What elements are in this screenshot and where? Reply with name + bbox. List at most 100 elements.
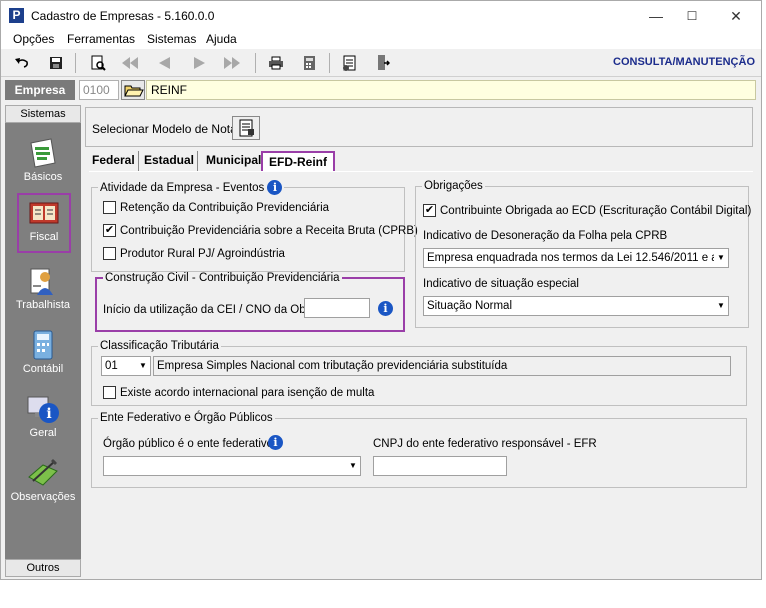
save-icon[interactable] [45,53,67,73]
checkbox-box[interactable] [103,247,116,260]
svg-text:i: i [46,406,51,422]
checkbox-box[interactable]: ✔ [103,224,116,237]
app-icon: P [9,8,24,23]
menu-ajuda[interactable]: Ajuda [206,32,237,46]
sidebar-item-label: Observações [10,491,76,503]
calculator-icon[interactable] [299,53,321,73]
tab-efd-reinf[interactable]: EFD-Reinf [261,151,335,171]
fiscal-icon [29,202,59,224]
menu-ferramentas[interactable]: Ferramentas [67,32,135,46]
sidebar-item-label: Básicos [23,171,63,183]
sidebar-header-sistemas[interactable]: Sistemas [5,105,81,123]
select-modelo-button[interactable] [232,116,260,140]
desoneracao-value: Empresa enquadrada nos termos da Lei 12.… [427,252,729,264]
retencao-checkbox[interactable]: Retenção da Contribuição Previdenciária [103,201,329,214]
acordo-label: Existe acordo internacional para isenção… [120,386,375,399]
checkbox-box[interactable] [103,386,116,399]
sidebar-item-contabil[interactable]: Contábil [5,325,81,385]
previous-record-icon[interactable] [153,53,175,73]
desoneracao-select[interactable]: Empresa enquadrada nos termos da Lei 12.… [423,248,729,268]
exit-icon[interactable] [371,53,393,73]
next-record-icon[interactable] [189,53,211,73]
sidebar-item-observacoes[interactable]: Observações [5,453,81,513]
produtor-rural-label: Produtor Rural PJ/ Agroindústria [120,247,285,260]
situacao-label: Indicativo de situação especial [423,278,579,290]
cnpj-efr-input[interactable] [373,456,507,476]
maximize-button[interactable]: ☐ [677,5,707,27]
preview-icon[interactable] [87,53,109,73]
acordo-internacional-checkbox[interactable]: Existe acordo internacional para isenção… [103,386,374,399]
info-icon[interactable]: i [267,180,283,195]
ente-federativo-group: Ente Federativo e Órgão Públicos [91,412,747,488]
sidebar-item-label: Trabalhista [15,299,70,311]
title-bar: P Cadastro de Empresas - 5.160.0.0 — ☐ ✕ [1,1,761,31]
desoneracao-label: Indicativo de Desoneração da Folha pela … [423,230,668,242]
produtor-rural-checkbox[interactable]: Produtor Rural PJ/ Agroindústria [103,247,285,260]
cei-cno-label: Início da utilização da CEI / CNO da Obr… [103,304,316,316]
close-button[interactable]: ✕ [721,5,751,27]
sidebar-footer-outros[interactable]: Outros [5,559,81,577]
trabalhista-icon [30,268,53,295]
orgao-publico-select[interactable]: ▼ [103,456,361,476]
tab-municipal[interactable]: Municipal [203,151,266,171]
info-icon[interactable]: i [378,301,393,316]
empresa-bar: Empresa 0100 REINF [1,79,761,101]
empresa-code-field[interactable]: 0100 [79,80,119,100]
minimize-button[interactable]: — [641,5,671,27]
atividade-legend: Atividade da Empresa - Eventos [100,182,265,194]
sidebar-item-label: Contábil [22,363,64,375]
main-content: Selecionar Modelo de Nota Federal Estadu… [85,105,757,577]
checkbox-box[interactable]: ✔ [423,204,436,217]
situacao-select[interactable]: Situação Normal ▼ [423,296,729,316]
app-window: P Cadastro de Empresas - 5.160.0.0 — ☐ ✕… [0,0,762,580]
cprb-label: Contribuição Previdenciária sobre a Rece… [120,224,418,237]
tab-federal[interactable]: Federal [89,151,139,171]
document-list-icon [239,119,254,137]
ente-legend: Ente Federativo e Órgão Públicos [100,412,273,424]
toolbar: CONSULTA/MANUTENÇÃO [1,49,761,77]
menu-sistemas[interactable]: Sistemas [147,32,196,46]
classificacao-code: 01 [105,360,118,372]
chevron-down-icon[interactable]: ▼ [136,357,150,375]
mode-indicator: CONSULTA/MANUTENÇÃO [613,56,755,68]
sidebar-item-geral[interactable]: i Geral [5,389,81,449]
orgao-publico-label: Órgão público é o ente federativo [103,438,274,450]
open-folder-button[interactable] [121,80,145,100]
contabil-icon [33,330,53,360]
empresa-label: Empresa [5,80,75,100]
sidebar-item-basicos[interactable]: Básicos [5,133,81,193]
geral-info-icon: i [27,396,59,423]
retencao-label: Retenção da Contribuição Previdenciária [120,201,330,214]
sidebar-item-label: Geral [29,427,57,439]
chevron-down-icon[interactable]: ▼ [346,457,360,475]
info-icon[interactable]: i [268,435,283,450]
checkbox-box[interactable] [103,201,116,214]
observacoes-icon [28,459,58,486]
ecd-label: Contribuinte Obrigada ao ECD (Escrituraç… [440,204,752,217]
print-icon[interactable] [265,53,287,73]
classificacao-legend: Classificação Tributária [100,340,219,352]
cei-cno-input[interactable] [304,298,370,318]
basicos-icon [30,138,56,168]
sidebar-item-fiscal[interactable]: Fiscal [17,193,71,253]
undo-icon[interactable] [11,53,33,73]
chevron-down-icon[interactable]: ▼ [714,297,728,315]
empresa-name-field: REINF [146,80,756,100]
situacao-value: Situação Normal [427,300,513,312]
modelo-nota-panel: Selecionar Modelo de Nota [85,107,753,147]
classificacao-code-select[interactable]: 01 ▼ [101,356,151,376]
ecd-checkbox[interactable]: ✔ Contribuinte Obrigada ao ECD (Escritura… [423,204,751,217]
chevron-down-icon[interactable]: ▼ [714,249,728,267]
report-icon[interactable] [339,53,361,73]
sidebar-item-trabalhista[interactable]: Trabalhista [5,261,81,321]
last-record-icon[interactable] [221,53,243,73]
cnpj-efr-label: CNPJ do ente federativo responsável - EF… [373,438,597,450]
menu-opcoes[interactable]: Opções [13,32,54,46]
efd-reinf-panel: Atividade da Empresa - Eventos i Retençã… [89,171,753,491]
first-record-icon[interactable] [119,53,141,73]
cprb-checkbox[interactable]: ✔ Contribuição Previdenciária sobre a Rec… [103,224,418,237]
construcao-legend: Construção Civil - Contribuição Previden… [105,272,340,284]
menu-bar: Opções Ferramentas Sistemas Ajuda [1,31,761,49]
obrigacoes-legend: Obrigações [424,180,483,192]
tab-estadual[interactable]: Estadual [141,151,199,171]
